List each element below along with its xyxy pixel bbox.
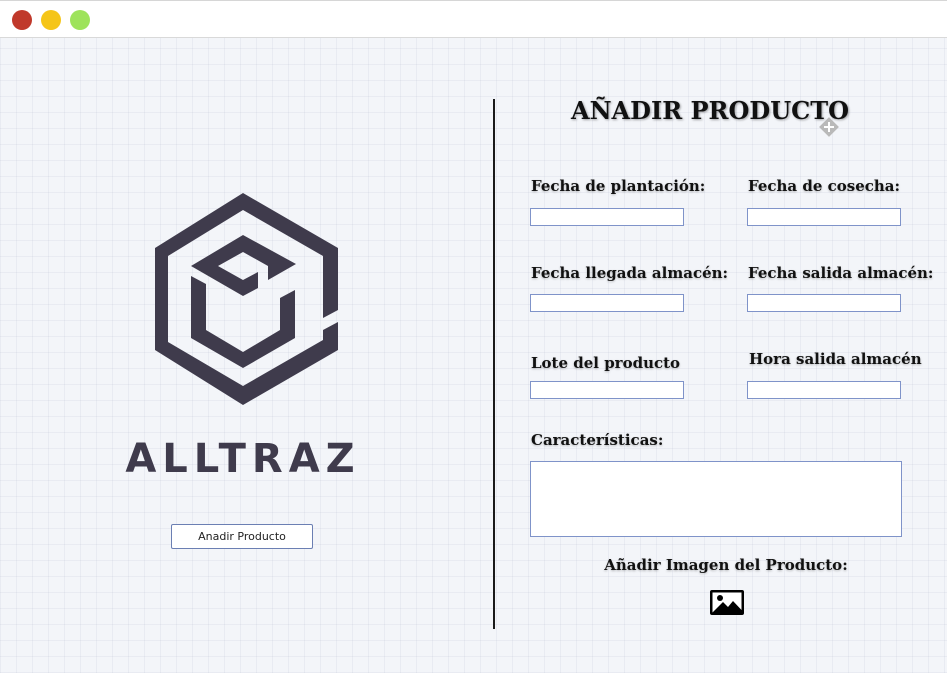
harvest-date-input[interactable] [747, 208, 901, 226]
warehouse-exit-date-input[interactable] [747, 294, 901, 312]
warehouse-exit-time-label: Hora salida almacén [749, 350, 922, 368]
window-titlebar [0, 0, 947, 38]
maximize-window-button[interactable] [70, 10, 90, 30]
warehouse-arrival-date-label: Fecha llegada almacén: [531, 264, 729, 282]
characteristics-label: Características: [531, 431, 664, 449]
harvest-date-label: Fecha de cosecha: [748, 177, 901, 195]
add-product-button[interactable]: Anadir Producto [171, 524, 313, 549]
product-lot-label: Lote del producto [531, 354, 681, 372]
move-handle-icon[interactable] [818, 116, 840, 138]
warehouse-arrival-date-input[interactable] [530, 294, 684, 312]
planting-date-input[interactable] [530, 208, 684, 226]
characteristics-textarea[interactable] [530, 461, 902, 537]
brand-name: ALLTRAZ [125, 436, 361, 482]
warehouse-exit-date-label: Fecha salida almacén: [748, 264, 934, 282]
product-lot-input[interactable] [530, 381, 684, 399]
close-window-button[interactable] [12, 10, 32, 30]
vertical-divider [493, 99, 495, 629]
warehouse-exit-time-input[interactable] [747, 381, 901, 399]
page-title: AÑADIR PRODUCTO [570, 96, 850, 125]
hexagon-cube-logo-icon [155, 193, 338, 405]
add-image-label: Añadir Imagen del Producto: [604, 556, 848, 574]
brand-logo [118, 180, 368, 480]
planting-date-label: Fecha de plantación: [531, 177, 706, 195]
minimize-window-button[interactable] [41, 10, 61, 30]
image-upload-icon[interactable] [709, 589, 745, 616]
